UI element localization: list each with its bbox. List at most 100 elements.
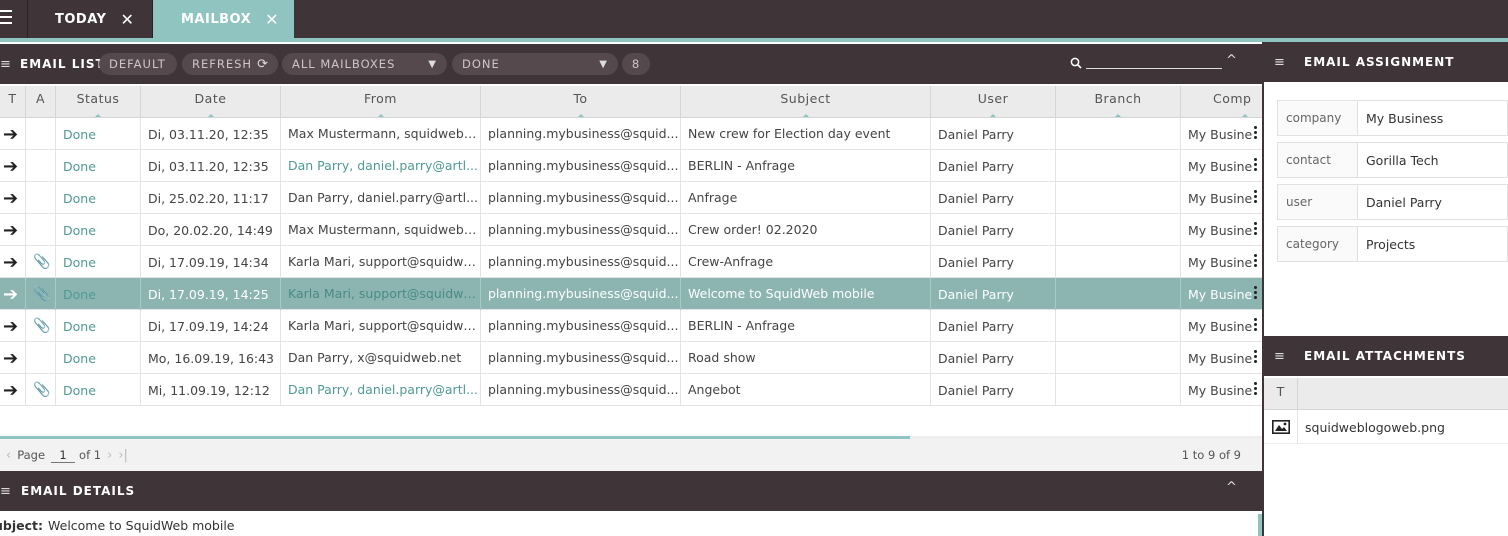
table-row[interactable]: ➔ 📎 Done Di, 17.09.19, 14:25 Karla Mari, sup… <box>0 278 1262 310</box>
row-menu-icon[interactable] <box>1254 158 1257 173</box>
date-cell: Mi, 11.09.19, 12:12 <box>141 374 281 406</box>
chevron-up-icon[interactable]: ^ <box>1226 480 1237 495</box>
tab-mailbox[interactable]: MAILBOX ✕ <box>153 0 294 38</box>
panel-title: EMAIL LIST <box>20 57 105 71</box>
column-header-t[interactable]: T <box>0 86 26 118</box>
row-menu-icon[interactable] <box>1254 190 1257 205</box>
field-value[interactable]: Gorilla Tech <box>1358 143 1439 177</box>
column-header-user[interactable]: User <box>931 86 1056 118</box>
refresh-button[interactable]: REFRESH ⟳ <box>182 53 278 75</box>
open-arrow-icon[interactable]: ➔ <box>0 374 26 406</box>
panel-menu-icon[interactable]: ≡ <box>1274 349 1290 364</box>
from-cell: Dan Parry, daniel.parry@artl... <box>281 150 481 182</box>
sort-indicator-icon <box>802 114 809 117</box>
open-arrow-icon[interactable]: ➔ <box>0 118 26 150</box>
attachment-row[interactable]: squidweblogoweb.png <box>1264 410 1508 444</box>
column-header-to[interactable]: To <box>481 86 681 118</box>
panel-divider[interactable] <box>1262 42 1264 536</box>
column-header-company[interactable]: Comp <box>1181 86 1262 118</box>
table-row[interactable]: ➔ 📎 Done Di, 17.09.19, 14:24 Karla Mari, sup… <box>0 310 1262 342</box>
table-row[interactable]: ➔ Done Do, 20.02.20, 14:49 Max Mustermann, … <box>0 214 1262 246</box>
default-button-label: DEFAULT <box>109 57 166 71</box>
default-button[interactable]: DEFAULT <box>99 53 177 75</box>
row-menu-icon[interactable] <box>1254 382 1257 397</box>
branch-cell <box>1056 182 1181 214</box>
close-icon[interactable]: ✕ <box>265 10 279 29</box>
assignment-field-company[interactable]: company My Business <box>1277 100 1508 136</box>
table-row[interactable]: ➔ Done Di, 03.11.20, 12:35 Max Mustermann, … <box>0 118 1262 150</box>
row-menu-icon[interactable] <box>1254 254 1257 269</box>
status-cell: Done <box>56 182 141 214</box>
main-menu-icon[interactable] <box>0 10 12 24</box>
open-arrow-icon[interactable]: ➔ <box>0 214 26 246</box>
field-value[interactable]: Projects <box>1358 227 1415 261</box>
refresh-button-label: REFRESH <box>192 57 253 71</box>
attachment-icon: 📎 <box>26 278 56 310</box>
field-key: company <box>1278 101 1358 135</box>
column-header-branch[interactable]: Branch <box>1056 86 1181 118</box>
row-menu-icon[interactable] <box>1254 318 1257 333</box>
subject-cell: Angebot <box>681 374 931 406</box>
status-select[interactable]: DONE ▼ <box>452 53 618 75</box>
column-header-date[interactable]: Date <box>141 86 281 118</box>
open-arrow-icon[interactable]: ➔ <box>0 278 26 310</box>
open-arrow-icon[interactable]: ➔ <box>0 246 26 278</box>
table-row[interactable]: ➔ 📎 Done Mi, 11.09.19, 12:12 Dan Parry, dani… <box>0 374 1262 406</box>
search-box[interactable] <box>1070 56 1222 69</box>
subject-cell: Crew order! 02.2020 <box>681 214 931 246</box>
assignment-field-contact[interactable]: contact Gorilla Tech <box>1277 142 1508 178</box>
column-header-a[interactable]: A <box>26 86 56 118</box>
tab-today[interactable]: TODAY ✕ <box>27 0 153 38</box>
panel-menu-icon[interactable]: ≡ <box>0 484 14 499</box>
company-cell: My Busine <box>1188 350 1253 366</box>
to-cell: planning.mybusiness@squid... <box>481 182 681 214</box>
table-row[interactable]: ➔ Done Mo, 16.09.19, 16:43 Dan Parry, x@squ… <box>0 342 1262 374</box>
user-cell: Daniel Parry <box>931 246 1056 278</box>
last-page-icon[interactable]: ›| <box>118 448 128 463</box>
column-header-subject[interactable]: Subject <box>681 86 931 118</box>
row-menu-icon[interactable] <box>1254 350 1257 365</box>
panel-menu-icon[interactable]: ≡ <box>1274 55 1290 70</box>
panel-menu-icon[interactable]: ≡ <box>0 57 14 72</box>
subject-cell: BERLIN - Anfrage <box>681 310 931 342</box>
open-arrow-icon[interactable]: ➔ <box>0 182 26 214</box>
field-value[interactable]: Daniel Parry <box>1358 185 1442 219</box>
open-arrow-icon[interactable]: ➔ <box>0 310 26 342</box>
table-row[interactable]: ➔ 📎 Done Di, 17.09.19, 14:34 Karla Mari, sup… <box>0 246 1262 278</box>
page-number-input[interactable]: 1 <box>51 448 76 463</box>
user-cell: Daniel Parry <box>931 214 1056 246</box>
next-page-icon[interactable]: › <box>107 448 112 463</box>
company-cell: My Busine <box>1188 286 1253 302</box>
close-icon[interactable]: ✕ <box>120 10 134 29</box>
date-cell: Di, 17.09.19, 14:24 <box>141 310 281 342</box>
date-cell: Do, 20.02.20, 14:49 <box>141 214 281 246</box>
row-menu-icon[interactable] <box>1254 126 1257 141</box>
row-menu-icon[interactable] <box>1254 222 1257 237</box>
assignment-field-user[interactable]: user Daniel Parry <box>1277 184 1508 220</box>
user-cell: Daniel Parry <box>931 118 1056 150</box>
open-arrow-icon[interactable]: ➔ <box>0 342 26 374</box>
field-key: user <box>1278 185 1358 219</box>
column-header-from[interactable]: From <box>281 86 481 118</box>
table-row[interactable]: ➔ Done Di, 25.02.20, 11:17 Dan Parry, danie… <box>0 182 1262 214</box>
attachment-cell <box>26 182 56 214</box>
column-header-t[interactable]: T <box>1264 378 1298 410</box>
chevron-up-icon[interactable]: ^ <box>1226 53 1237 68</box>
attachment-filename: squidweblogoweb.png <box>1305 419 1445 435</box>
row-menu-icon[interactable] <box>1254 286 1257 301</box>
to-cell: planning.mybusiness@squid... <box>481 150 681 182</box>
prev-page-icon[interactable]: ‹ <box>6 448 11 463</box>
subject-cell: Road show <box>681 342 931 374</box>
company-cell: My Busine <box>1188 158 1253 174</box>
table-row[interactable]: ➔ Done Di, 03.11.20, 12:35 Dan Parry, danie… <box>0 150 1262 182</box>
mailbox-select[interactable]: ALL MAILBOXES ▼ <box>282 53 447 75</box>
column-header-status[interactable]: Status <box>56 86 141 118</box>
company-cell: My Busine <box>1188 222 1253 238</box>
assignment-field-category[interactable]: category Projects <box>1277 226 1508 262</box>
search-input[interactable] <box>1086 68 1222 69</box>
open-arrow-icon[interactable]: ➔ <box>0 150 26 182</box>
user-cell: Daniel Parry <box>931 278 1056 310</box>
field-value[interactable]: My Business <box>1358 101 1443 135</box>
subject-value: Welcome to SquidWeb mobile <box>48 517 235 533</box>
company-cell: My Busine <box>1188 254 1253 270</box>
